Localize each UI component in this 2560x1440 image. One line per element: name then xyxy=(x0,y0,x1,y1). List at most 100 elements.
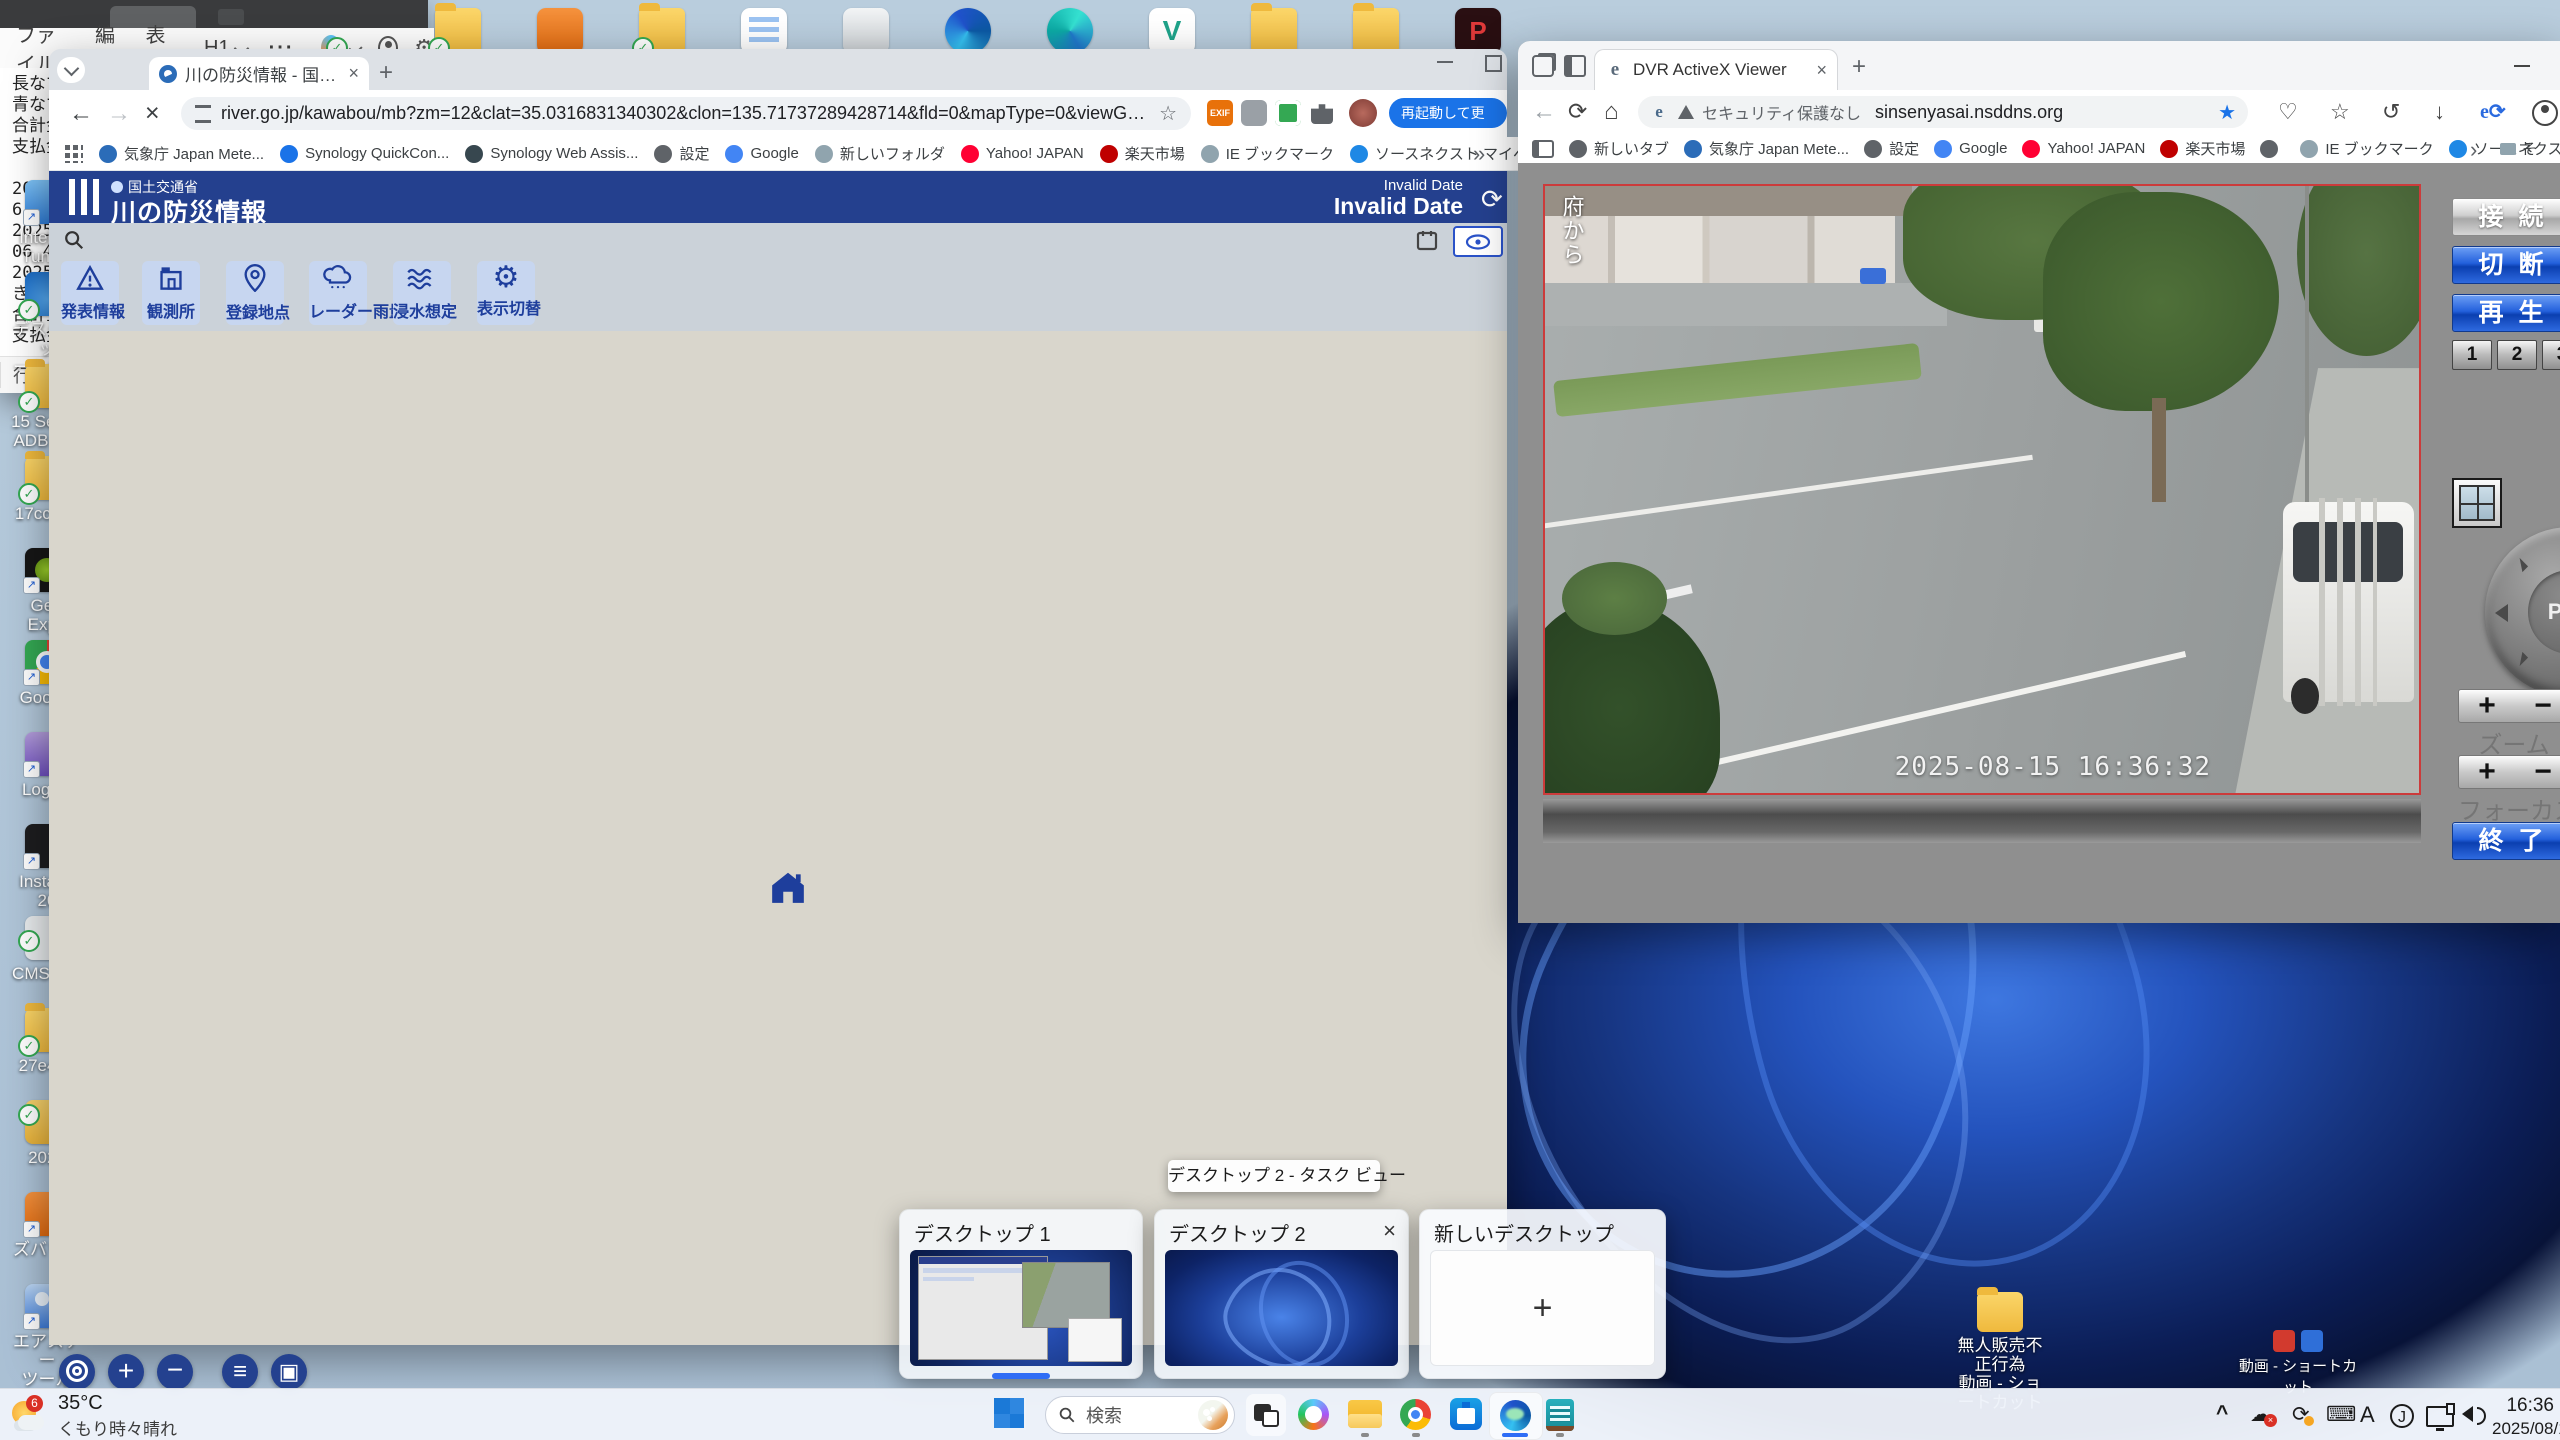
bookmark-item[interactable]: Synology Web Assis... xyxy=(465,145,638,163)
toolbar-button-flood[interactable]: 浸水想定 xyxy=(393,261,451,325)
site-settings-icon[interactable] xyxy=(195,105,211,123)
extension-icon[interactable] xyxy=(1241,100,1267,126)
play-button[interactable]: 再 生 xyxy=(2452,294,2560,332)
microsoft-store-icon[interactable] xyxy=(1450,1398,1482,1430)
desktop-app-icon[interactable] xyxy=(1455,8,1501,54)
new-tab-button[interactable]: + xyxy=(379,59,393,87)
bookmark-item[interactable]: ソースネクスト マイページ xyxy=(1350,143,1523,164)
taskbar-clock[interactable]: 16:36 2025/08/15 xyxy=(2492,1395,2554,1439)
minimize-button[interactable] xyxy=(1437,61,1453,63)
map-basemap-button[interactable]: ▣ xyxy=(271,1354,307,1390)
onedrive-error-icon[interactable]: ☁× xyxy=(2250,1402,2271,1427)
channel-2-button[interactable]: 2 xyxy=(2497,340,2537,370)
multiview-grid-button[interactable] xyxy=(2452,478,2502,528)
desktop-video-shortcut[interactable]: 動画 - ショートカット xyxy=(2238,1330,2358,1397)
focus-control[interactable]: + − xyxy=(2458,755,2560,789)
ptz-center[interactable]: PTZ xyxy=(2528,570,2560,654)
desktop-app-icon[interactable] xyxy=(1149,8,1195,54)
focus-in-icon[interactable]: + xyxy=(2478,755,2496,789)
notepad-new-tab[interactable] xyxy=(218,9,244,25)
channel-3-button[interactable]: 3 xyxy=(2542,340,2560,370)
task-view-button[interactable] xyxy=(1246,1394,1286,1436)
desktop-app-icon[interactable] xyxy=(1047,8,1093,54)
desktop-app-icon[interactable] xyxy=(1251,8,1297,54)
connect-button[interactable]: 接 続 xyxy=(2452,198,2560,236)
desktop-app-icon[interactable] xyxy=(843,8,889,54)
bookmark-item[interactable]: IE ブックマーク xyxy=(1201,143,1334,164)
taskview-new-desktop-card[interactable]: 新しいデスクトップ + xyxy=(1419,1209,1666,1379)
bookmark-item[interactable]: 気象庁 Japan Mete... xyxy=(99,143,264,164)
start-button[interactable] xyxy=(994,1398,1026,1430)
toolbar-button-display[interactable]: ⚙ 表示切替 xyxy=(477,261,535,325)
desktop-app-icon[interactable] xyxy=(741,8,787,54)
stop-loading-icon[interactable]: × xyxy=(145,99,160,128)
toolbar-button-warnings[interactable]: 発表情報 xyxy=(61,261,119,325)
tray-chevron-icon[interactable]: ^ xyxy=(2216,1402,2228,1426)
toolbar-button-saved-points[interactable]: 登録地点 xyxy=(226,261,284,325)
zoom-control[interactable]: + − xyxy=(2458,689,2560,723)
bookmark-item[interactable]: 新しいフォルダ xyxy=(815,143,945,164)
ptz-upleft-arrow[interactable] xyxy=(2514,558,2528,572)
weather-widget[interactable]: 6 35°C くもり時々晴れ xyxy=(10,1392,177,1440)
chrome-address-bar[interactable]: river.go.jp/kawabou/mb?zm=12&clat=35.031… xyxy=(181,97,1191,130)
focus-out-icon[interactable]: − xyxy=(2534,755,2552,789)
tab-search-button[interactable] xyxy=(57,57,85,83)
map-legend-button[interactable]: ≡ xyxy=(222,1354,258,1390)
desktop-app-icon[interactable] xyxy=(435,8,481,54)
taskbar-search-box[interactable]: 検索 xyxy=(1045,1396,1235,1434)
home-marker-icon[interactable] xyxy=(769,869,807,905)
ptz-downleft-arrow[interactable] xyxy=(2514,652,2528,666)
extensions-puzzle-icon[interactable] xyxy=(1311,102,1333,124)
search-highlight-image[interactable] xyxy=(1198,1400,1228,1430)
tray-app-j-icon[interactable]: J xyxy=(2390,1404,2414,1428)
back-icon[interactable]: ← xyxy=(69,100,93,128)
taskview-desktop2-card[interactable]: デスクトップ 2 × xyxy=(1154,1209,1409,1379)
volume-icon[interactable] xyxy=(2462,1406,2486,1427)
notepad-taskbar-icon[interactable] xyxy=(1546,1399,1574,1431)
bookmark-item[interactable]: 設定 xyxy=(654,143,709,164)
url-text[interactable]: river.go.jp/kawabou/mb?zm=12&clat=35.031… xyxy=(221,103,1151,124)
taskview-desktop1-card[interactable]: デスクトップ 1 xyxy=(899,1209,1143,1379)
ptz-left-arrow[interactable] xyxy=(2495,604,2508,622)
desktop-app-icon[interactable] xyxy=(945,8,991,54)
extension-icon-green[interactable] xyxy=(1275,100,1301,126)
desktop1-thumbnail[interactable] xyxy=(910,1250,1132,1366)
bookmark-star-icon[interactable]: ☆ xyxy=(1159,101,1177,126)
map-locate-button[interactable] xyxy=(59,1354,95,1390)
desktop-app-icon[interactable] xyxy=(1353,8,1399,54)
map-zoom-in-button[interactable]: + xyxy=(108,1354,144,1390)
toolbar-button-stations[interactable]: 観測所 xyxy=(142,261,200,325)
new-desktop-thumbnail[interactable]: + xyxy=(1430,1250,1655,1366)
desktop-app-icon[interactable] xyxy=(537,8,583,54)
desktop-app-icon[interactable] xyxy=(639,8,685,54)
tab-close-icon[interactable]: × xyxy=(348,63,359,84)
zoom-out-icon[interactable]: − xyxy=(2534,689,2552,723)
map-zoom-out-button[interactable]: − xyxy=(157,1354,193,1390)
sync-pending-icon[interactable]: ⟳ xyxy=(2292,1402,2310,1427)
forward-icon[interactable]: → xyxy=(107,100,131,128)
file-explorer-icon[interactable] xyxy=(1348,1400,1382,1428)
copilot-taskbar-icon[interactable] xyxy=(1298,1399,1329,1430)
exif-extension-icon[interactable]: EXIF xyxy=(1207,100,1233,126)
toolbar-button-radar[interactable]: レーダー雨量 xyxy=(309,261,367,325)
layer-visibility-toggle[interactable] xyxy=(1453,226,1503,257)
profile-avatar[interactable] xyxy=(1349,99,1377,127)
bookmark-item[interactable]: Google xyxy=(725,145,798,163)
bookmark-item[interactable]: 楽天市場 xyxy=(1100,143,1185,164)
chrome-active-tab[interactable]: 川の防災情報 - 国土交通省 × xyxy=(149,57,369,90)
bookmark-item[interactable]: Yahoo! JAPAN xyxy=(961,145,1084,163)
bookmarks-overflow-icon[interactable]: » xyxy=(1473,141,1485,167)
maximize-button[interactable] xyxy=(1485,55,1502,72)
touch-keyboard-icon[interactable]: ⌨ xyxy=(2326,1402,2356,1427)
network-icon[interactable] xyxy=(2426,1406,2454,1427)
disconnect-button[interactable]: 切 断 xyxy=(2452,246,2560,284)
zoom-in-icon[interactable]: + xyxy=(2478,689,2496,723)
channel-1-button[interactable]: 1 xyxy=(2452,340,2492,370)
desktop2-thumbnail[interactable] xyxy=(1165,1250,1398,1366)
map-area[interactable]: + − ≡ ▣ xyxy=(49,331,1507,1345)
exit-button[interactable]: 終 了 xyxy=(2452,822,2560,860)
close-desktop2-icon[interactable]: × xyxy=(1383,1218,1396,1244)
bookmark-item[interactable]: Synology QuickCon... xyxy=(280,145,449,163)
refresh-icon[interactable]: ⟳ xyxy=(1481,184,1503,215)
river-search-input[interactable] xyxy=(93,225,1403,255)
